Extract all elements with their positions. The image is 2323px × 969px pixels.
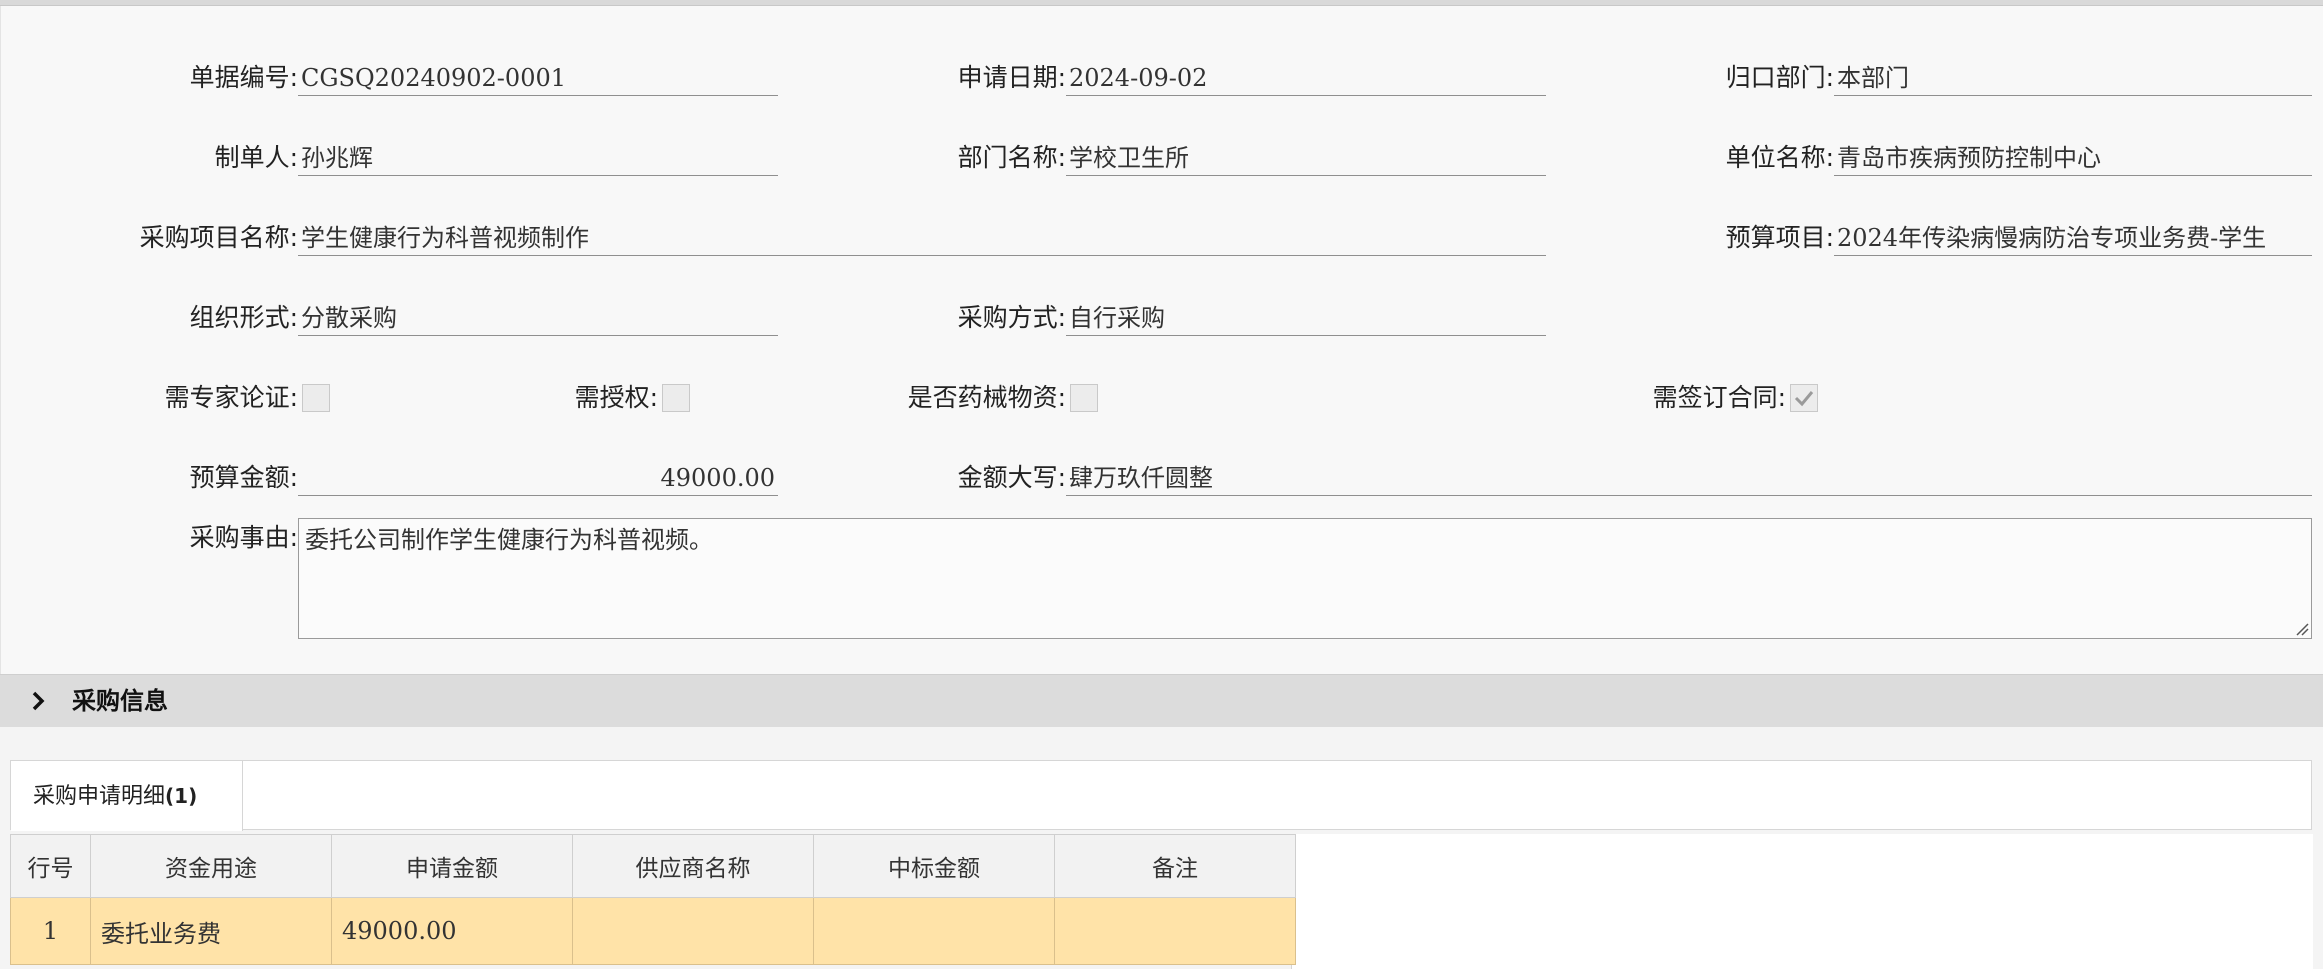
cell-row-no[interactable]: 1 (10, 897, 91, 965)
cell-fund-use[interactable]: 委托业务费 (90, 897, 332, 965)
col-fund-use[interactable]: 资金用途 (90, 834, 332, 898)
tab-purchase-detail[interactable]: 采购申请明细(1) (11, 761, 243, 831)
dept-name-label: 部门名称: (957, 143, 1066, 172)
budget-item-field: 预算项目: 2024年传染病慢病防治专项业务费-学生 (1601, 218, 2323, 258)
need-auth-checkbox[interactable] (662, 384, 690, 412)
col-winning-amount[interactable]: 中标金额 (813, 834, 1055, 898)
is-medical-checkbox[interactable] (1070, 384, 1098, 412)
apply-date-field: 申请日期: 2024-09-02 (801, 58, 1601, 98)
tab-label: 采购申请明细 (33, 784, 166, 809)
expert-review-field: 需专家论证: (1, 378, 401, 418)
doc-no-input[interactable]: CGSQ20240902-0001 (298, 58, 778, 96)
unit-name-input[interactable]: 青岛市疾病预防控制中心 (1834, 138, 2312, 176)
resize-grip-icon[interactable] (2293, 620, 2309, 636)
org-form-select[interactable]: 分散采购 (298, 298, 778, 336)
col-row-no[interactable]: 行号 (10, 834, 91, 898)
budget-item-label: 预算项目: (1725, 223, 1834, 252)
amount-upper-label: 金额大写: (957, 463, 1066, 492)
dept-name-input[interactable]: 学校卫生所 (1066, 138, 1546, 176)
col-supplier[interactable]: 供应商名称 (572, 834, 814, 898)
need-contract-field: 需签订合同: (1501, 378, 1901, 418)
unit-name-label: 单位名称: (1725, 143, 1834, 172)
purchase-request-form: 单据编号: CGSQ20240902-0001 申请日期: 2024-09-02… (0, 6, 2323, 674)
project-name-field: 采购项目名称: 学生健康行为科普视频制作 (1, 218, 1601, 258)
home-dept-label: 归口部门: (1725, 63, 1834, 92)
doc-no-field: 单据编号: CGSQ20240902-0001 (1, 58, 801, 98)
maker-label: 制单人: (214, 143, 298, 172)
doc-no-label: 单据编号: (189, 63, 298, 92)
cell-apply-amount[interactable]: 49000.00 (331, 897, 573, 965)
expert-review-checkbox[interactable] (302, 384, 330, 412)
home-dept-input[interactable]: 本部门 (1834, 58, 2312, 96)
apply-date-input[interactable]: 2024-09-02 (1066, 58, 1546, 96)
need-contract-label: 需签订合同: (1652, 383, 1786, 412)
budget-amount-input[interactable]: 49000.00 (298, 458, 778, 496)
org-form-label: 组织形式: (189, 303, 298, 332)
cell-supplier[interactable] (572, 897, 814, 965)
reason-label: 采购事由: (189, 523, 298, 552)
is-medical-label: 是否药械物资: (907, 383, 1066, 412)
reason-field: 采购事由: (1, 518, 301, 558)
amount-upper-input[interactable]: 肆万玖仟圆整 (1066, 458, 2312, 496)
reason-textarea[interactable]: 委托公司制作学生健康行为科普视频。 (298, 518, 2312, 639)
apply-date-label: 申请日期: (957, 63, 1066, 92)
grid-empty-area (1291, 834, 2313, 969)
cell-remark[interactable] (1054, 897, 1296, 965)
reason-text: 委托公司制作学生健康行为科普视频。 (305, 526, 713, 554)
purchase-info-section-header[interactable]: 采购信息 (0, 674, 2323, 728)
budget-item-input[interactable]: 2024年传染病慢病防治专项业务费-学生 (1834, 218, 2312, 256)
home-dept-field: 归口部门: 本部门 (1601, 58, 2323, 98)
budget-amount-field: 预算金额: 49000.00 (1, 458, 801, 498)
tab-count: (1) (165, 784, 198, 808)
budget-amount-label: 预算金额: (189, 463, 298, 492)
is-medical-field: 是否药械物资: (801, 378, 1201, 418)
purchase-detail-table: 行号 资金用途 申请金额 供应商名称 中标金额 备注 1 委托业务费 49000… (10, 834, 1296, 965)
col-apply-amount[interactable]: 申请金额 (331, 834, 573, 898)
chevron-right-icon (32, 691, 45, 711)
need-auth-field: 需授权: (401, 378, 701, 418)
purchase-method-select[interactable]: 自行采购 (1066, 298, 1546, 336)
section-title: 采购信息 (72, 687, 168, 715)
purchase-method-field: 采购方式: 自行采购 (801, 298, 1601, 338)
project-name-input[interactable]: 学生健康行为科普视频制作 (298, 218, 1546, 256)
expert-review-label: 需专家论证: (164, 383, 298, 412)
detail-tabbar: 采购申请明细(1) (10, 760, 2312, 831)
org-form-field: 组织形式: 分散采购 (1, 298, 801, 338)
maker-field: 制单人: 孙兆辉 (1, 138, 801, 178)
cell-winning-amount[interactable] (813, 897, 1055, 965)
unit-name-field: 单位名称: 青岛市疾病预防控制中心 (1601, 138, 2323, 178)
dept-name-field: 部门名称: 学校卫生所 (801, 138, 1601, 178)
amount-upper-field: 金额大写: 肆万玖仟圆整 (801, 458, 2323, 498)
maker-input[interactable]: 孙兆辉 (298, 138, 778, 176)
table-header-row: 行号 资金用途 申请金额 供应商名称 中标金额 备注 (10, 834, 1296, 898)
checkmark-icon (1794, 391, 1814, 407)
col-remark[interactable]: 备注 (1054, 834, 1296, 898)
purchase-method-label: 采购方式: (957, 303, 1066, 332)
table-row[interactable]: 1 委托业务费 49000.00 (10, 897, 1296, 965)
need-contract-checkbox[interactable] (1790, 384, 1818, 412)
need-auth-label: 需授权: (574, 383, 658, 412)
project-name-label: 采购项目名称: (139, 223, 298, 252)
